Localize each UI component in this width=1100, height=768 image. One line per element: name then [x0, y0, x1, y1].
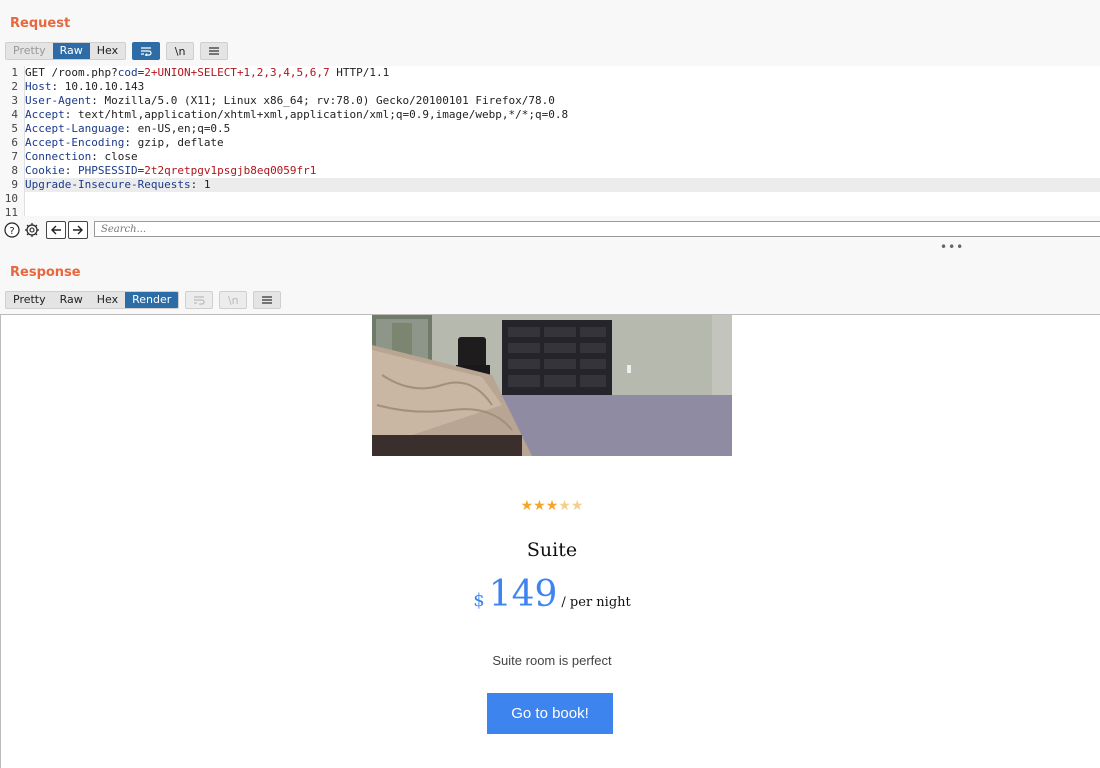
code-line: 4 Accept: text/html,application/xhtml+xm… — [0, 108, 1100, 122]
code-line: 7 Connection: close — [0, 150, 1100, 164]
code-line: 5 Accept-Language: en-US,en;q=0.5 — [0, 122, 1100, 136]
star-icon: ★ — [545, 498, 559, 514]
pane-resize-handle[interactable]: ••• — [940, 240, 964, 254]
room-photo — [372, 315, 732, 456]
star-icon: ★ — [570, 498, 584, 514]
gear-icon — [25, 223, 39, 237]
request-search-bar: ? — [0, 220, 1100, 240]
request-editor[interactable]: 1 GET /room.php?cod=2+UNION+SELECT+1,2,3… — [0, 66, 1100, 216]
response-toolbar: Pretty Raw Hex Render \n — [5, 291, 282, 309]
settings-button[interactable] — [24, 222, 40, 238]
code-line: 6 Accept-Encoding: gzip, deflate — [0, 136, 1100, 150]
room-title: Suite — [526, 539, 578, 561]
request-tab-raw[interactable]: Raw — [52, 43, 90, 59]
room-price: $ 149 / per night — [372, 574, 732, 615]
help-button[interactable]: ? — [4, 222, 20, 238]
menu-icon — [209, 47, 220, 55]
arrow-right-icon — [73, 225, 83, 235]
book-button[interactable]: Go to book! — [487, 693, 613, 734]
price-currency: $ — [473, 590, 485, 611]
code-line: 8 Cookie: PHPSESSID=2t2qretpgv1psgjb8eq0… — [0, 164, 1100, 178]
previous-match-button[interactable] — [46, 221, 66, 239]
response-tab-hex[interactable]: Hex — [89, 292, 126, 308]
request-newline-toggle[interactable]: \n — [166, 42, 195, 60]
request-search-input[interactable] — [94, 221, 1100, 237]
next-match-button[interactable] — [68, 221, 88, 239]
response-newline-toggle[interactable]: \n — [219, 291, 248, 309]
request-view-tabs: Pretty Raw Hex — [5, 42, 127, 60]
request-tab-hex[interactable]: Hex — [89, 43, 126, 59]
rating-stars: ★★★★★ — [372, 498, 732, 514]
price-unit: / per night — [561, 595, 631, 610]
star-icon: ★ — [520, 498, 534, 514]
star-icon: ★ — [533, 498, 546, 514]
request-title: Request — [10, 16, 71, 31]
help-icon: ? — [4, 222, 20, 238]
response-tab-pretty[interactable]: Pretty — [6, 292, 53, 308]
code-line: 10 — [0, 192, 1100, 206]
wrap-icon — [194, 296, 205, 305]
response-tab-render[interactable]: Render — [125, 292, 179, 308]
code-line: 3 User-Agent: Mozilla/5.0 (X11; Linux x8… — [0, 94, 1100, 108]
code-line: 11 — [0, 206, 1100, 216]
request-toolbar: Pretty Raw Hex \n — [5, 42, 229, 60]
code-line: 1 GET /room.php?cod=2+UNION+SELECT+1,2,3… — [0, 66, 1100, 80]
request-tab-pretty[interactable]: Pretty — [6, 43, 53, 59]
svg-text:?: ? — [9, 226, 14, 237]
response-tab-raw[interactable]: Raw — [52, 292, 90, 308]
response-view-tabs: Pretty Raw Hex Render — [5, 291, 180, 309]
response-wrap-toggle[interactable] — [185, 291, 214, 309]
room-description: Suite room is perfect — [492, 653, 612, 668]
newline-icon: \n — [174, 44, 186, 58]
room-card: ★★★★★ Suite $ 149 / per night Suite room… — [372, 456, 732, 768]
arrow-left-icon — [51, 225, 61, 235]
bedroom-image — [372, 315, 732, 456]
menu-icon — [262, 296, 273, 304]
wrap-icon — [141, 47, 152, 56]
star-icon: ★ — [558, 498, 571, 514]
response-title: Response — [10, 265, 81, 280]
code-line-current: 9 Upgrade-Insecure-Requests: 1 — [0, 178, 1100, 192]
request-wrap-toggle[interactable] — [132, 42, 161, 60]
response-menu-button[interactable] — [253, 291, 282, 309]
price-amount: 149 — [488, 574, 558, 615]
code-line: 2 Host: 10.10.10.143 — [0, 80, 1100, 94]
request-menu-button[interactable] — [200, 42, 229, 60]
newline-icon: \n — [227, 293, 239, 307]
